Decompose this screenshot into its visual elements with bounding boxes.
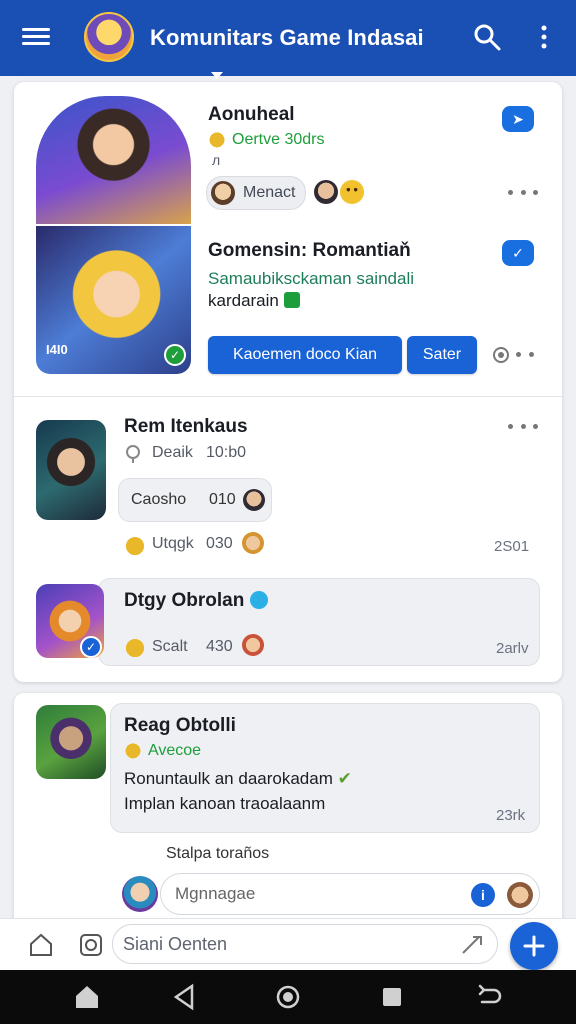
comment-time: 2S01 — [494, 538, 530, 555]
reply-name: Caosho — [131, 491, 187, 508]
hero-avatar[interactable] — [36, 96, 191, 224]
comment-sub-value: 030 — [206, 535, 233, 552]
comment-author[interactable]: Rem Itenkaus — [124, 416, 248, 438]
reply-field[interactable]: i — [160, 873, 540, 915]
post-badge: Oertve 30drs — [232, 131, 325, 148]
post-author[interactable]: Reag Obtolli — [124, 715, 236, 737]
post-time: 23rk — [496, 807, 526, 824]
emoji-icon — [242, 532, 264, 554]
message-field[interactable] — [112, 924, 498, 964]
undo-icon[interactable] — [474, 982, 504, 1012]
post-text-line2-label: kardarain — [208, 291, 284, 310]
home-icon[interactable] — [28, 932, 54, 958]
reply-value: 010 — [209, 491, 236, 508]
comment-status-label: Deaik — [152, 444, 193, 461]
send-icon — [523, 935, 545, 957]
back-icon[interactable] — [170, 982, 200, 1012]
primary-action-button[interactable]: Kaoemen doco Kian — [208, 336, 402, 374]
emoji-icon[interactable] — [340, 180, 364, 204]
more-options-icon[interactable] — [508, 188, 538, 198]
info-icon[interactable]: i — [471, 883, 495, 907]
check-icon: ✔ — [337, 769, 352, 788]
post-avatar[interactable] — [36, 705, 106, 779]
post-text-line1-label: Ronuntaulk an daarokadam — [124, 769, 333, 788]
reply-input[interactable] — [175, 884, 465, 904]
reply-chip[interactable]: Caosho 010 — [118, 478, 272, 522]
more-actions-icon[interactable] — [516, 350, 534, 360]
post-text-line1: Ronuntaulk an daarokadam ✔ — [124, 766, 352, 791]
sticker-icon[interactable] — [507, 882, 533, 908]
image-icon[interactable] — [78, 932, 104, 958]
save-button[interactable]: Sater — [407, 336, 477, 374]
comment-author-label: Dtgy Obrolan — [124, 590, 245, 611]
reply-hint: Stalpa toraños — [166, 845, 270, 862]
divider — [14, 396, 562, 397]
crown-icon — [124, 534, 146, 556]
post-meta: л — [212, 152, 221, 168]
feed-card-main: Ӏ4Ӏ0 ✓ Aonuheal Oertve 30drs л ➤ Menact … — [14, 82, 562, 682]
member-avatar — [211, 181, 235, 205]
comment-more-icon[interactable] — [508, 422, 538, 432]
post-text-line2: Implan kanoan traoalaanm — [124, 794, 326, 813]
comment-author[interactable]: Dtgy Obrolan — [124, 590, 268, 612]
post-text-line2: kardarain — [208, 288, 300, 313]
location-icon — [126, 445, 140, 463]
emoji-icon — [242, 634, 264, 656]
magic-icon[interactable] — [459, 933, 485, 957]
reply-avatar — [243, 489, 265, 511]
send-button[interactable] — [510, 922, 558, 970]
user-avatar[interactable] — [122, 876, 158, 912]
crown-icon — [208, 130, 226, 148]
check-icon[interactable]: ✓ — [502, 240, 534, 266]
comment-value: 430 — [206, 638, 233, 655]
post-heading: Gomensin: Romantiaň — [208, 240, 411, 261]
comment-avatar[interactable] — [36, 420, 106, 520]
app-logo — [84, 12, 134, 62]
system-nav-bar — [0, 970, 576, 1024]
comment-sub-label: Utqgk — [152, 535, 194, 552]
comment-label: Scalt — [152, 638, 188, 655]
post-author[interactable]: Aonuheal — [208, 104, 295, 126]
app-bar: Komunitars Game Indasai — [0, 0, 576, 79]
verified-badge-icon — [249, 591, 268, 609]
comment-status-value: 10:b0 — [206, 444, 247, 461]
open-post-icon[interactable]: ➤ — [502, 106, 534, 132]
settings-icon[interactable] — [490, 344, 512, 366]
verified-icon: ✓ — [164, 344, 186, 366]
app-title: Komunitars Game Indasai — [150, 25, 424, 50]
crown-icon — [124, 636, 146, 658]
home-button-icon[interactable] — [273, 982, 303, 1012]
menu-icon[interactable] — [22, 24, 50, 52]
more-vert-icon[interactable] — [534, 22, 554, 52]
overlay-tag: Ӏ4Ӏ0 — [46, 342, 68, 357]
search-icon[interactable] — [472, 22, 502, 52]
message-input[interactable] — [123, 934, 443, 955]
crown-icon — [124, 741, 142, 759]
chip-label: Menact — [243, 184, 296, 201]
home-nav-icon[interactable] — [72, 982, 102, 1012]
member-chip[interactable]: Menact — [206, 176, 306, 210]
post-badge: Avecoe — [148, 742, 202, 759]
comment-time: 2arlv — [496, 640, 529, 657]
member-avatar-small[interactable] — [314, 180, 338, 204]
tab-indicator — [211, 72, 223, 79]
verified-icon: ✓ — [80, 636, 102, 658]
recents-icon[interactable] — [377, 982, 407, 1012]
tag-icon — [283, 292, 300, 308]
